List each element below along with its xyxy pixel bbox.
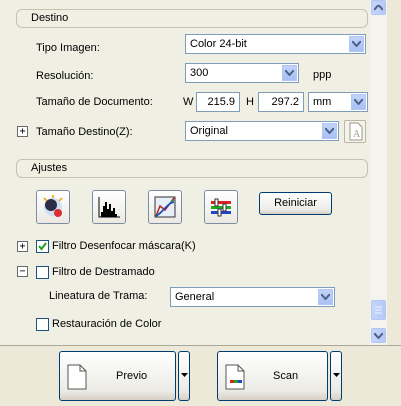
chevron-down-icon[interactable] [351,94,366,110]
vertical-scrollbar[interactable] [370,0,387,345]
lineatura-label: Lineatura de Trama: [49,290,148,302]
document-icon [67,364,87,390]
scan-button[interactable]: Scan [217,351,328,401]
section-title-ajustes: Ajustes [31,162,68,174]
chevron-down-icon[interactable] [349,36,364,52]
svg-text:A: A [353,129,361,140]
chevron-down-icon[interactable] [318,289,333,305]
unit-select[interactable]: mm [308,92,368,112]
chevron-down-icon[interactable] [282,65,297,81]
dropdown-arrow-icon [333,373,340,377]
section-header-destino: Destino [16,9,368,28]
width-value: 215.9 [207,96,235,108]
reiniciar-label: Reiniciar [274,197,317,209]
filtro-destramado-label: Filtro de Destramado [52,266,155,278]
chevron-up-icon [374,4,383,11]
scan-document-icon [225,364,245,390]
resolucion-select[interactable]: 300 [185,63,299,83]
histogram-icon [98,197,120,218]
unit-value: mm [313,96,332,108]
scan-menu-button[interactable] [330,351,342,401]
auto-exposure-icon [43,195,63,217]
reiniciar-button[interactable]: Reiniciar [259,192,332,215]
filtro-destramado-checkbox[interactable] [36,266,49,279]
tipo-imagen-label: Tipo Imagen: [36,42,100,54]
restauracion-color-checkbox[interactable] [36,318,49,331]
resolucion-value: 300 [190,67,209,79]
tone-curve-button[interactable] [148,190,182,224]
height-label: H [246,96,254,108]
document-orientation-button[interactable]: A [344,120,366,143]
tamano-documento-label: Tamaño de Documento: [36,96,153,108]
auto-exposure-button[interactable] [36,190,70,224]
expand-filtro-desenfocar-button[interactable]: + [17,241,28,252]
collapse-filtro-destramado-button[interactable]: − [17,266,28,277]
tone-curve-icon [154,196,176,218]
tipo-imagen-select[interactable]: Color 24-bit [185,34,366,54]
height-input[interactable]: 297.2 [258,92,304,112]
tamano-destino-label: Tamaño Destino(Z): [36,126,133,138]
lineatura-value: General [175,291,215,303]
previo-menu-button[interactable] [178,351,190,401]
color-palette-button[interactable] [204,190,238,224]
previo-button[interactable]: Previo [59,351,176,401]
scroll-down-button[interactable] [371,328,386,343]
footer-divider [0,345,401,346]
lineatura-select[interactable]: General [170,287,335,307]
previo-label: Previo [116,370,148,382]
resolucion-label: Resolución: [36,70,94,82]
scan-label: Scan [273,370,299,382]
resolucion-unit: ppp [313,69,332,81]
scroll-thumb[interactable] [371,300,386,320]
page-orientation-icon: A [349,122,363,141]
histogram-button[interactable] [92,190,126,224]
tamano-destino-value: Original [190,125,228,137]
checkmark-icon [38,242,47,251]
width-input[interactable]: 215.9 [196,92,240,112]
scroll-up-button[interactable] [371,0,386,15]
dropdown-arrow-icon [181,373,188,377]
chevron-down-icon [374,332,383,339]
filtro-desenfocar-checkbox[interactable] [36,240,49,253]
height-value: 297.2 [271,96,299,108]
filtro-desenfocar-label: Filtro Desenfocar máscara(K) [52,240,196,252]
tipo-imagen-value: Color 24-bit [190,38,247,50]
restauracion-color-label: Restauración de Color [52,318,162,330]
color-palette-icon [211,198,231,217]
grip-icon [375,306,382,314]
settings-panel: Destino Tipo Imagen: Color 24-bit Resolu… [0,0,370,345]
width-label: W [183,96,194,108]
section-header-ajustes: Ajustes [16,159,368,178]
chevron-down-icon[interactable] [322,123,337,139]
section-title-destino: Destino [31,12,69,24]
expand-tamano-destino-button[interactable]: + [17,126,28,137]
tamano-destino-select[interactable]: Original [185,121,339,141]
